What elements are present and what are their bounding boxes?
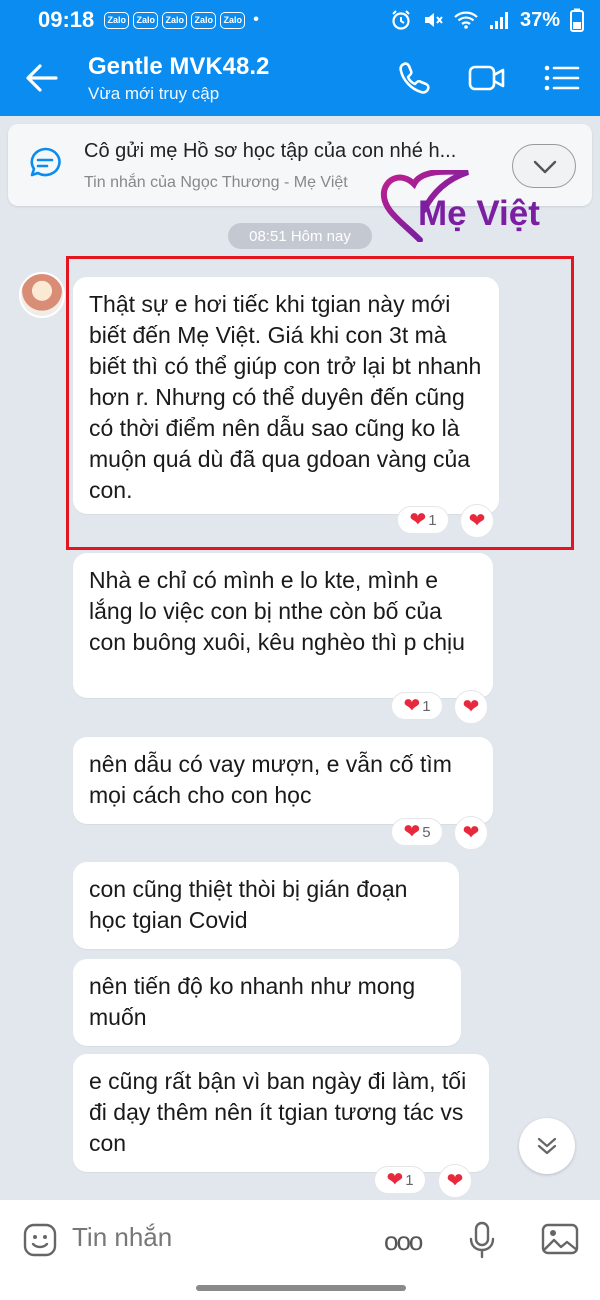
more-options-icon[interactable]: ooo (384, 1226, 423, 1257)
alarm-icon (392, 10, 410, 30)
message-text: con cũng thiệt thòi bị gián đoạn học tgi… (89, 876, 408, 933)
more-notifications-dot: • (253, 11, 259, 28)
reaction-count-badge[interactable]: ❤ 1 (391, 692, 443, 720)
status-time: 09:18 (38, 7, 95, 32)
reaction-count: 1 (422, 697, 431, 715)
zalo-notification-icon: Zalo (220, 11, 246, 29)
reaction-count: 1 (405, 1171, 414, 1189)
message-bubble[interactable]: nên tiến độ ko nhanh như mong muốn (73, 959, 461, 1046)
zalo-notification-icon: Zalo (133, 11, 159, 29)
status-bar: 09:18 Zalo Zalo Zalo Zalo Zalo • 37% (0, 0, 600, 40)
me-viet-logo-text: Mẹ Việt (418, 194, 540, 233)
react-heart-button[interactable]: ❤ (454, 816, 488, 850)
message-text: nên tiến độ ko nhanh như mong muốn (89, 973, 416, 1030)
heart-icon: ❤ (462, 696, 480, 718)
reaction-count-badge[interactable]: ❤ 5 (391, 818, 443, 846)
heart-icon: ❤ (462, 822, 480, 844)
zalo-notification-icon: Zalo (191, 11, 217, 29)
sticker-icon[interactable] (22, 1222, 58, 1258)
message-input[interactable]: Tin nhắn (72, 1222, 172, 1253)
battery-percentage: 37% (519, 8, 560, 31)
message-bubble[interactable]: Nhà e chỉ có mình e lo kte, mình e lắng … (73, 553, 493, 698)
message-bubble[interactable]: e cũng rất bận vì ban ngày đi làm, tối đ… (73, 1054, 489, 1172)
timestamp-chip: 08:51 Hôm nay (228, 223, 372, 249)
react-heart-button[interactable]: ❤ (438, 1164, 472, 1198)
chat-status: Vừa mới truy cập (88, 84, 220, 103)
zalo-notification-icon: Zalo (104, 11, 130, 29)
chat-title[interactable]: Gentle MVK48.2 (88, 53, 269, 81)
pinned-message-text: Cô gửi mẹ Hồ sơ học tập của con nhé h... (84, 140, 457, 162)
heart-icon: ❤ (403, 695, 421, 717)
battery-icon (570, 8, 584, 32)
video-icon[interactable] (467, 60, 507, 96)
heart-icon: ❤ (386, 1169, 404, 1191)
message-bubble[interactable]: nên dẫu có vay mượn, e vẫn cố tìm mọi cá… (73, 737, 493, 824)
chat-header: Gentle MVK48.2 Vừa mới truy cập (0, 40, 600, 116)
message-text: nên dẫu có vay mượn, e vẫn cố tìm mọi cá… (89, 751, 452, 808)
react-heart-button[interactable]: ❤ (454, 690, 488, 724)
heart-icon: ❤ (446, 1170, 464, 1192)
zalo-notification-icon: Zalo (162, 11, 188, 29)
message-text: Nhà e chỉ có mình e lo kte, mình e lắng … (89, 567, 465, 655)
reaction-count: 5 (422, 823, 431, 841)
reaction-count-badge[interactable]: ❤ 1 (374, 1166, 426, 1194)
heart-icon: ❤ (403, 821, 421, 843)
signal-icon (489, 12, 508, 29)
highlight-frame (66, 256, 574, 550)
mic-icon[interactable] (466, 1220, 498, 1260)
pinned-message-sender: Tin nhắn của Ngọc Thương - Mẹ Việt (84, 174, 348, 191)
message-bubble[interactable]: con cũng thiệt thòi bị gián đoạn học tgi… (73, 862, 459, 949)
scroll-to-bottom-button[interactable] (519, 1118, 575, 1174)
image-icon[interactable] (540, 1220, 580, 1258)
message-text: e cũng rất bận vì ban ngày đi làm, tối đ… (89, 1068, 467, 1156)
avatar[interactable] (19, 272, 65, 318)
double-chevron-down-icon (537, 1137, 557, 1155)
home-indicator (196, 1285, 406, 1291)
wifi-icon (454, 11, 478, 29)
chat-bubble-icon (30, 147, 61, 177)
menu-icon[interactable] (541, 60, 581, 96)
phone-icon[interactable] (395, 60, 435, 96)
mute-icon (424, 13, 443, 27)
arrow-left-icon[interactable] (22, 60, 62, 96)
